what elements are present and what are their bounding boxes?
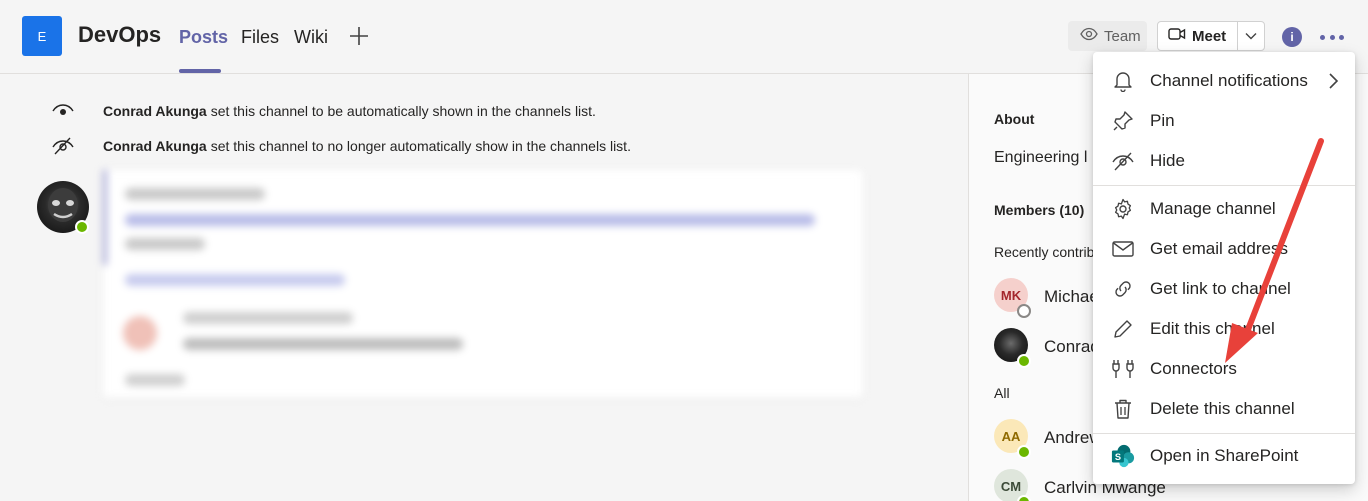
channel-options-menu: Channel notifications Pin Hide Manage ch… xyxy=(1093,52,1355,484)
system-message-actor[interactable]: Conrad Akunga xyxy=(103,138,207,154)
active-tab-indicator xyxy=(179,69,221,73)
menu-item-channel-notifications[interactable]: Channel notifications xyxy=(1093,63,1355,99)
about-description: Engineering l xyxy=(994,149,1088,166)
meet-button-label: Meet xyxy=(1192,27,1227,45)
menu-item-label: Edit this channel xyxy=(1150,319,1275,338)
menu-item-connectors[interactable]: Connectors xyxy=(1093,351,1355,387)
members-heading[interactable]: Members (10) xyxy=(994,202,1084,218)
menu-item-edit-channel[interactable]: Edit this channel xyxy=(1093,311,1355,347)
menu-item-label: Connectors xyxy=(1150,359,1237,378)
sharepoint-icon: S xyxy=(1111,444,1135,468)
bell-icon xyxy=(1111,69,1135,93)
menu-item-label: Open in SharePoint xyxy=(1150,446,1299,465)
member-name[interactable]: Conrad xyxy=(1044,337,1100,357)
menu-item-manage-channel[interactable]: Manage channel xyxy=(1093,191,1355,227)
menu-item-label: Get email address xyxy=(1150,239,1288,258)
presence-available-icon xyxy=(1017,445,1031,459)
chevron-down-icon[interactable] xyxy=(1238,22,1264,50)
eye-off-icon xyxy=(1111,149,1135,173)
team-avatar[interactable]: E xyxy=(22,16,62,56)
pin-icon xyxy=(1111,109,1135,133)
presence-available-icon xyxy=(1017,495,1031,501)
menu-item-pin[interactable]: Pin xyxy=(1093,103,1355,139)
menu-divider xyxy=(1093,185,1355,186)
gear-icon xyxy=(1111,197,1135,221)
more-options-icon[interactable] xyxy=(1320,27,1344,47)
info-icon[interactable]: i xyxy=(1282,27,1302,47)
trash-icon xyxy=(1111,397,1135,421)
menu-item-get-link[interactable]: Get link to channel xyxy=(1093,271,1355,307)
meet-button[interactable]: Meet xyxy=(1157,21,1265,51)
plug-icon xyxy=(1111,357,1135,381)
menu-item-label: Pin xyxy=(1150,111,1175,130)
menu-item-label: Get link to channel xyxy=(1150,279,1291,298)
tab-wiki[interactable]: Wiki xyxy=(294,27,328,48)
menu-item-hide[interactable]: Hide xyxy=(1093,143,1355,179)
all-members-heading: All xyxy=(994,385,1010,401)
system-message: Conrad Akunga set this channel to no lon… xyxy=(50,135,631,157)
link-icon xyxy=(1111,277,1135,301)
pencil-icon xyxy=(1111,317,1135,341)
presence-available-icon xyxy=(75,220,89,234)
tab-posts[interactable]: Posts xyxy=(179,27,228,48)
eye-icon xyxy=(50,100,76,122)
presence-offline-icon xyxy=(1017,304,1031,318)
menu-item-open-in-sharepoint[interactable]: S Open in SharePoint xyxy=(1093,438,1355,474)
system-message-actor[interactable]: Conrad Akunga xyxy=(103,103,207,119)
video-camera-icon xyxy=(1168,27,1186,45)
svg-text:S: S xyxy=(1115,452,1121,462)
recent-contributors-heading: Recently contrib xyxy=(994,244,1095,260)
plus-icon[interactable] xyxy=(347,24,371,48)
menu-item-label: Hide xyxy=(1150,151,1185,170)
system-message: Conrad Akunga set this channel to be aut… xyxy=(50,100,596,122)
about-heading: About xyxy=(994,111,1035,127)
system-message-text: set this channel to no longer automatica… xyxy=(210,138,631,154)
menu-item-label: Manage channel xyxy=(1150,199,1276,218)
menu-item-get-email-address[interactable]: Get email address xyxy=(1093,231,1355,267)
blurred-conversation xyxy=(103,170,863,398)
presence-available-icon xyxy=(1017,354,1031,368)
system-message-text: set this channel to be automatically sho… xyxy=(210,103,596,119)
eye-off-icon xyxy=(50,135,76,157)
chevron-right-icon xyxy=(1325,71,1341,91)
eye-icon xyxy=(1080,27,1098,45)
menu-item-label: Delete this channel xyxy=(1150,399,1295,418)
meet-now-button[interactable]: Meet xyxy=(1158,22,1238,50)
member-name[interactable]: Michae xyxy=(1044,287,1099,307)
menu-divider xyxy=(1093,433,1355,434)
mail-icon xyxy=(1111,237,1135,261)
team-visibility-button[interactable]: Team xyxy=(1068,21,1147,51)
team-button-label: Team xyxy=(1104,27,1141,45)
menu-item-label: Channel notifications xyxy=(1150,71,1308,90)
menu-item-delete-channel[interactable]: Delete this channel xyxy=(1093,391,1355,427)
tab-files[interactable]: Files xyxy=(241,27,279,48)
channel-title: DevOps xyxy=(78,22,162,47)
